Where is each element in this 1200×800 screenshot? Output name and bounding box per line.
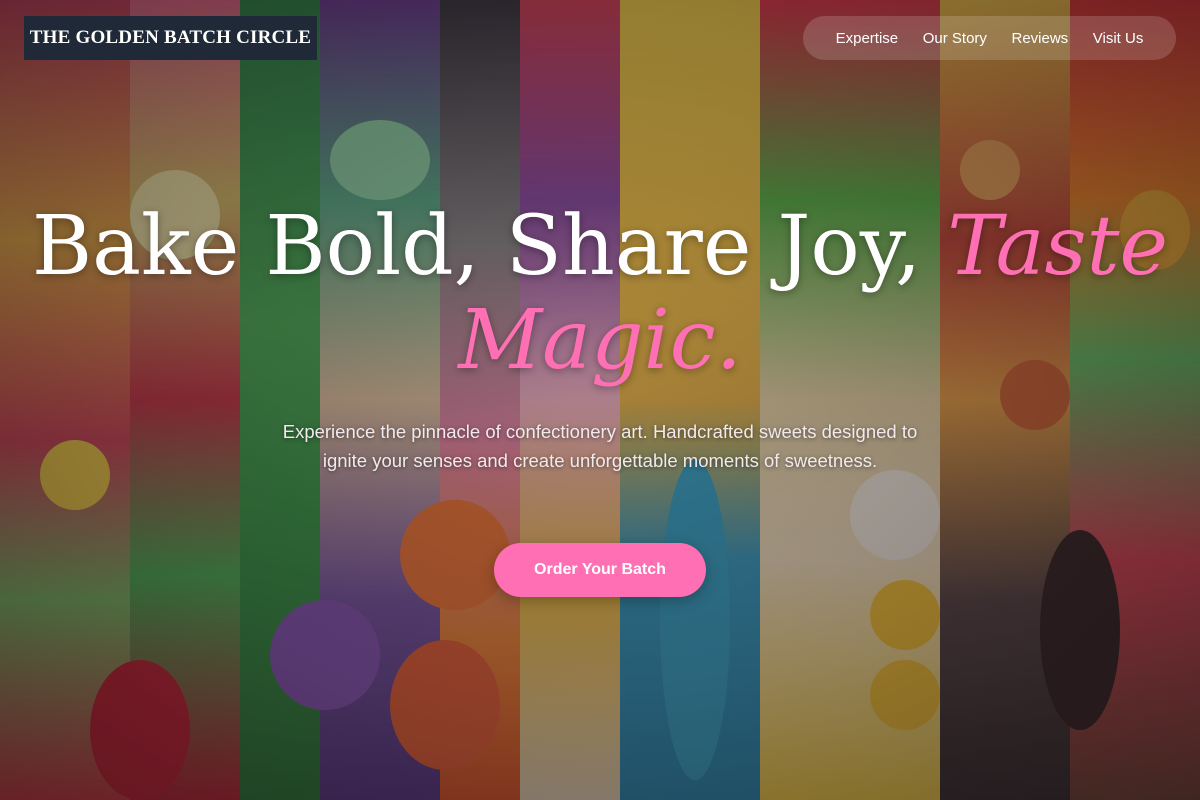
- brand-logo[interactable]: THE GOLDEN BATCH CIRCLE: [24, 16, 317, 60]
- nav-item-reviews[interactable]: Reviews: [1012, 30, 1069, 47]
- hero-title: Bake Bold, Share Joy, Taste Magic.: [0, 200, 1200, 388]
- main-nav: Expertise Our Story Reviews Visit Us: [803, 16, 1176, 60]
- order-batch-button[interactable]: Order Your Batch: [494, 543, 706, 597]
- nav-item-visit-us[interactable]: Visit Us: [1093, 30, 1144, 47]
- nav-item-expertise[interactable]: Expertise: [836, 30, 899, 47]
- hero-title-plain: Bake Bold, Share Joy,: [31, 199, 922, 294]
- hero-subtitle: Experience the pinnacle of confectionery…: [282, 421, 918, 471]
- brand-name: THE GOLDEN BATCH CIRCLE: [29, 27, 312, 48]
- hero-background-candy-image: [0, 0, 1200, 800]
- nav-item-our-story[interactable]: Our Story: [923, 30, 987, 47]
